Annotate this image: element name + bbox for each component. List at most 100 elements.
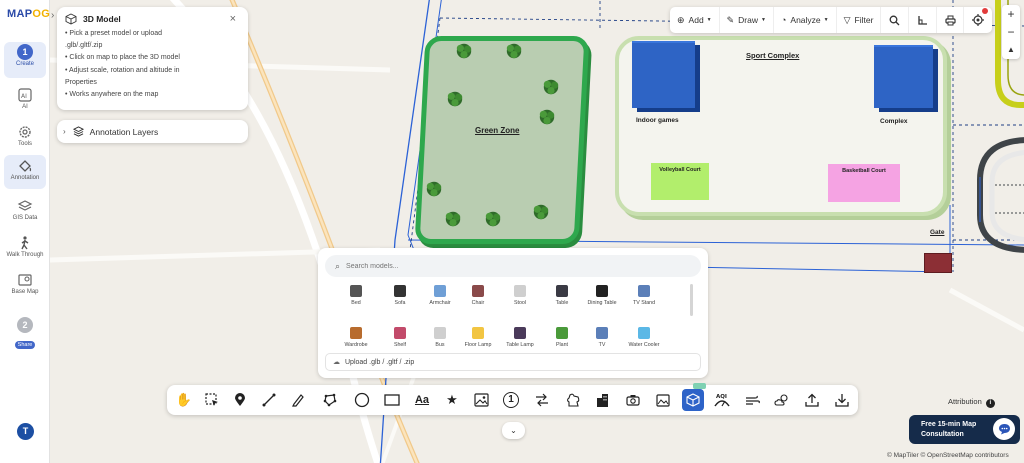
model-item-sofa[interactable]: Sofa	[381, 285, 419, 306]
model-item-water-cooler[interactable]: Water Cooler	[625, 327, 663, 348]
star-tool-button[interactable]: ★	[441, 389, 463, 411]
plant-model-icon[interactable]	[444, 210, 462, 228]
plant-model-icon[interactable]	[505, 42, 523, 60]
model-item-bus[interactable]: Bus	[421, 327, 459, 348]
zoom-in-button[interactable]: +	[1002, 5, 1020, 23]
rectangle-tool-button[interactable]	[381, 389, 403, 411]
target-icon	[972, 14, 985, 26]
plant-model-icon[interactable]	[455, 42, 473, 60]
green-zone-area[interactable]	[414, 36, 590, 244]
image-tool-button[interactable]	[470, 389, 492, 411]
compass-button[interactable]: ▲	[1002, 41, 1020, 59]
filter-button[interactable]: ▽ Filter	[837, 7, 882, 33]
plant-model-icon[interactable]	[532, 203, 550, 221]
wind-tool-button[interactable]	[741, 389, 763, 411]
sidebar-item-ai[interactable]: AI AI	[4, 84, 46, 118]
model-item-floor-lamp[interactable]: Floor Lamp	[459, 327, 497, 348]
model-item-shelf[interactable]: Shelf	[381, 327, 419, 348]
camera-icon	[626, 395, 640, 406]
search-input[interactable]	[346, 262, 667, 270]
print-button[interactable]	[937, 7, 965, 33]
model-item-wardrobe[interactable]: Wardrobe	[337, 327, 375, 348]
plant-model-icon[interactable]	[538, 108, 556, 126]
model-item-table-lamp[interactable]: Table Lamp	[501, 327, 539, 348]
complex-building[interactable]	[874, 45, 933, 108]
import-button[interactable]	[831, 389, 853, 411]
table-lamp-icon	[514, 327, 526, 339]
freehand-tool-button[interactable]	[287, 389, 309, 411]
close-icon[interactable]: ×	[230, 13, 236, 25]
sidebar-item-annotation[interactable]: Annotation	[4, 155, 46, 189]
model-item-tv-stand[interactable]: TV Stand	[625, 285, 663, 306]
annotation-layers-toggle[interactable]: › Annotation Layers	[57, 120, 248, 143]
sidebar-item-base-map[interactable]: Base Map	[4, 269, 46, 303]
app-logo[interactable]: MAPOG	[7, 8, 50, 20]
draw-button[interactable]: ✎ Draw ▼	[720, 7, 774, 33]
circle-tool-button[interactable]	[351, 389, 373, 411]
weather-tool-button[interactable]	[771, 389, 793, 411]
number-tool-button[interactable]: 1	[500, 389, 522, 411]
pin-icon	[235, 393, 245, 406]
basketball-court[interactable]: Basketball Court	[828, 164, 900, 202]
model-item-table[interactable]: Table	[543, 285, 581, 306]
collapse-toolbar-button[interactable]: ⌄	[502, 422, 525, 439]
model-item-stool[interactable]: Stool	[501, 285, 539, 306]
sidebar-item-gis-data[interactable]: GIS Data	[4, 195, 46, 229]
plant-model-icon[interactable]	[446, 90, 464, 108]
paint-bucket-icon	[19, 160, 32, 172]
aqi-tool-button[interactable]: AQI	[711, 389, 733, 411]
export-button[interactable]	[801, 389, 823, 411]
3d-model-info-panel: 3D Model × • Pick a preset model or uplo…	[57, 7, 248, 110]
plant-model-icon[interactable]	[484, 210, 502, 228]
sidebar-item-tools[interactable]: Tools	[4, 121, 46, 155]
pen-icon	[292, 394, 304, 407]
marker-tool-button[interactable]	[229, 389, 251, 411]
cube-icon	[65, 13, 77, 25]
plant-model-icon[interactable]	[542, 78, 560, 96]
volleyball-court[interactable]: Volleyball Court	[651, 163, 709, 200]
upload-icon	[805, 393, 819, 407]
sidebar-item-create[interactable]: 1 Create	[4, 42, 46, 78]
select-icon	[205, 393, 218, 406]
indoor-games-building[interactable]	[632, 41, 695, 108]
model-item-bed[interactable]: Bed	[337, 285, 375, 306]
add-button[interactable]: ⊕ Add ▼	[670, 7, 720, 33]
model-item-dining-table[interactable]: Dining Table	[583, 285, 621, 306]
select-tool-button[interactable]	[201, 389, 223, 411]
bed-icon	[350, 285, 362, 297]
line-tool-button[interactable]	[258, 389, 280, 411]
polygon-tool-button[interactable]	[319, 389, 341, 411]
wardrobe-icon	[350, 327, 362, 339]
sidebar-item-label: Walk Through	[6, 252, 44, 258]
zoom-out-button[interactable]: −	[1002, 23, 1020, 41]
gate-marker[interactable]	[924, 253, 952, 273]
consultation-button[interactable]: Free 15-min Map Consultation	[909, 415, 1020, 444]
basketball-court-label: Basketball Court	[842, 168, 886, 174]
shape-tool-button[interactable]	[562, 389, 584, 411]
expand-sidebar-icon[interactable]: ›	[51, 10, 54, 21]
avatar[interactable]: T	[17, 423, 34, 440]
water-cooler-icon	[638, 327, 650, 339]
text-tool-button[interactable]: Aa	[411, 389, 433, 411]
photo-tool-button[interactable]	[652, 389, 674, 411]
route-tool-button[interactable]	[531, 389, 553, 411]
sidebar-item-share[interactable]: 2 Share	[4, 315, 46, 349]
attribution-toggle[interactable]: Attribution i	[948, 397, 995, 408]
model-grid-scrollbar[interactable]	[690, 284, 693, 316]
plant-model-icon[interactable]	[425, 180, 443, 198]
locate-button[interactable]	[964, 7, 992, 33]
model-item-chair[interactable]: Chair	[459, 285, 497, 306]
pan-tool-button[interactable]: ✋	[173, 389, 195, 411]
measure-button[interactable]	[909, 7, 937, 33]
tv-stand-icon	[638, 285, 650, 297]
search-button[interactable]	[881, 7, 910, 33]
model-item-plant[interactable]: Plant	[543, 327, 581, 348]
sidebar-item-walk-through[interactable]: Walk Through	[4, 232, 46, 266]
analyze-button[interactable]: ◔ Analyze ▼	[774, 7, 837, 33]
camera-tool-button[interactable]	[622, 389, 644, 411]
upload-model-button[interactable]: ☁ Upload .glb / .gltf / .zip	[325, 353, 701, 371]
building-tool-button[interactable]	[591, 389, 613, 411]
model-item-tv[interactable]: TV	[583, 327, 621, 348]
model-item-armchair[interactable]: Armchair	[421, 285, 459, 306]
3d-model-tool-button[interactable]	[682, 389, 704, 411]
